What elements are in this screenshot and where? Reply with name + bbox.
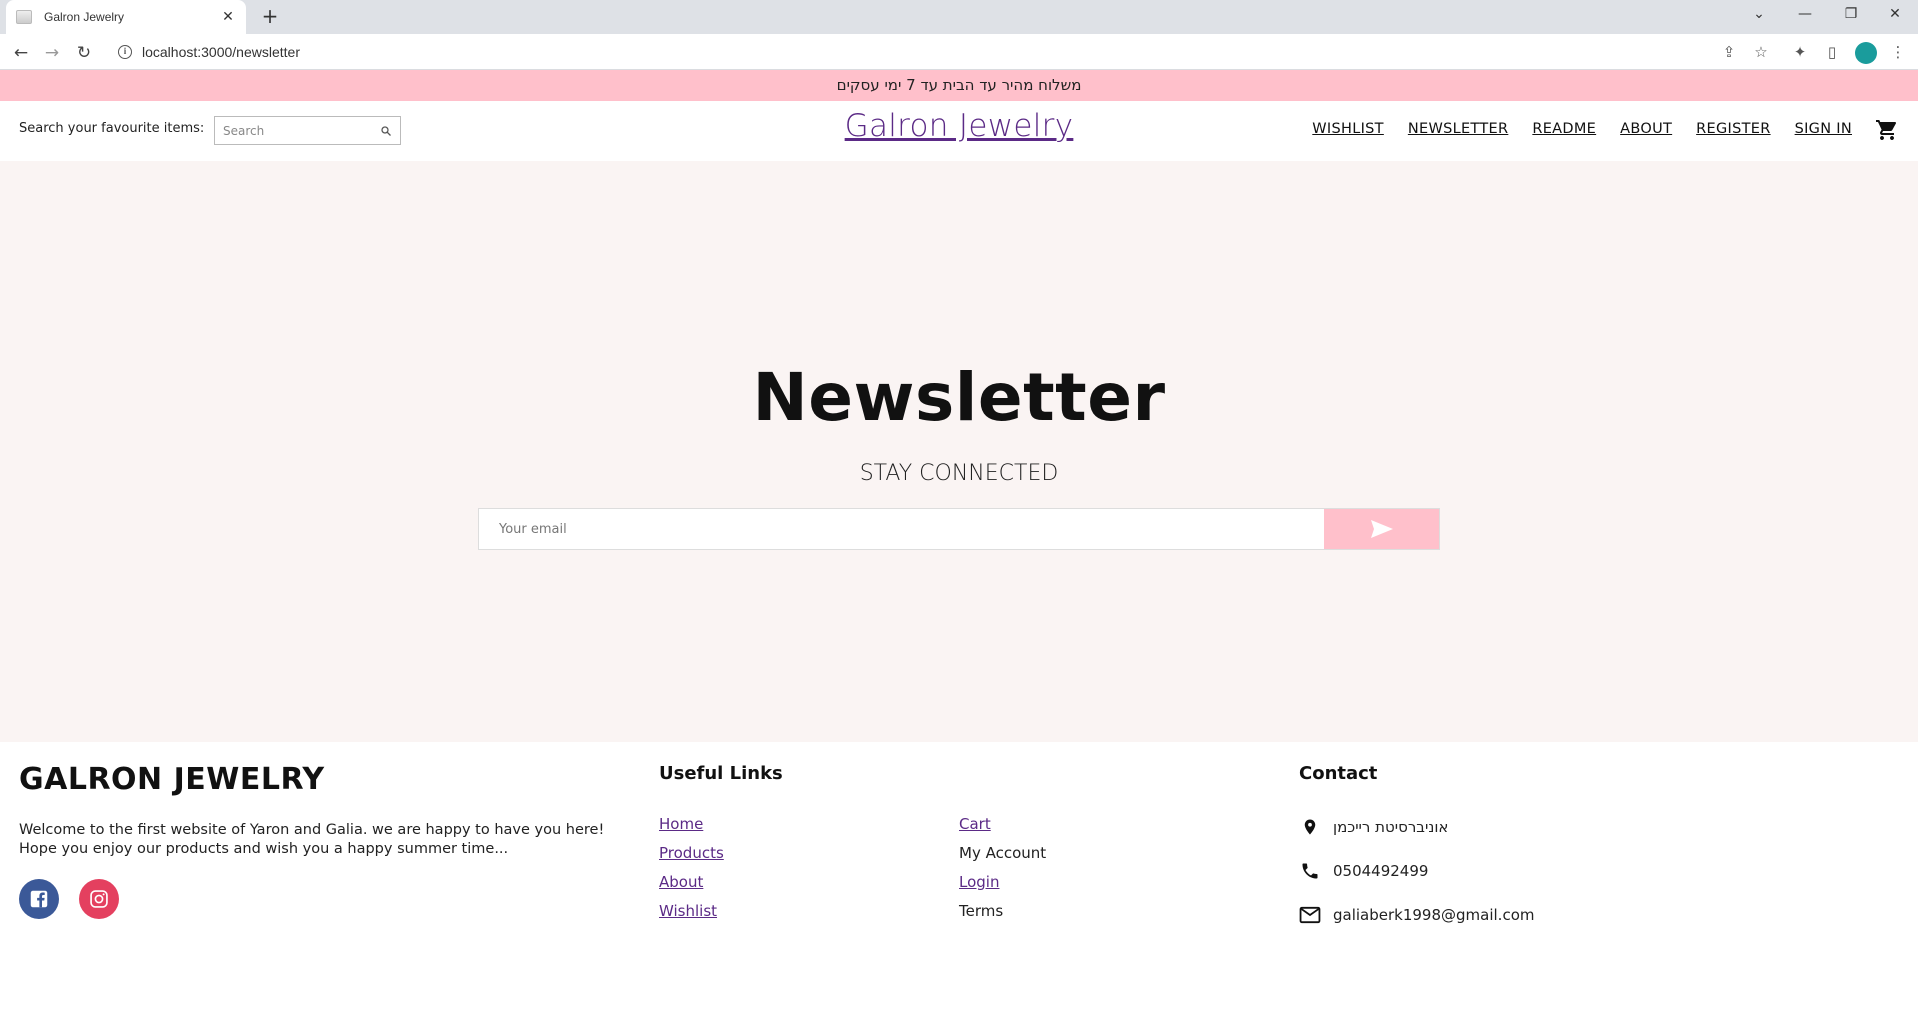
footer-link-login[interactable]: Login (959, 873, 999, 891)
contact-phone: 0504492499 (1299, 860, 1428, 882)
cart-icon[interactable] (1875, 118, 1899, 142)
tab-title: Galron Jewelry (44, 10, 125, 24)
main-nav: WISHLIST NEWSLETTER README ABOUT REGISTE… (1312, 121, 1852, 137)
bookmark-star-icon[interactable]: ☆ (1751, 42, 1771, 62)
footer-text-terms: Terms (959, 902, 1004, 920)
facebook-button[interactable] (19, 879, 59, 919)
nav-sign-in[interactable]: SIGN IN (1795, 121, 1852, 137)
favicon-icon (16, 10, 32, 24)
new-tab-icon[interactable]: + (258, 5, 282, 29)
nav-wishlist[interactable]: WISHLIST (1312, 121, 1384, 137)
footer-description-line: Hope you enjoy our products and wish you… (19, 841, 509, 857)
newsletter-form (478, 508, 1440, 550)
nav-about[interactable]: ABOUT (1620, 121, 1672, 137)
tab-search-icon[interactable]: ⌄ (1736, 0, 1782, 28)
promo-banner: משלוח מהיר עד הבית עד 7 ימי עסקים (0, 70, 1918, 101)
footer-description: Welcome to the first website of Yaron an… (19, 821, 619, 859)
back-icon[interactable]: ← (8, 40, 34, 66)
forward-icon[interactable]: → (39, 40, 65, 66)
footer-link-wishlist[interactable]: Wishlist (659, 902, 717, 920)
close-window-icon[interactable]: ✕ (1872, 0, 1918, 28)
search-input[interactable] (223, 123, 380, 138)
contact-address-text: אוניברסיטת רייכמן (1333, 818, 1449, 836)
footer-link-products[interactable]: Products (659, 844, 724, 862)
site-header: Search your favourite items: Galron Jewe… (0, 101, 1918, 161)
newsletter-section: Newsletter STAY CONNECTED (0, 161, 1918, 742)
contact-address: אוניברסיטת רייכמן (1299, 816, 1448, 838)
send-button[interactable] (1324, 509, 1439, 549)
footer-link-home[interactable]: Home (659, 815, 703, 833)
instagram-icon (90, 890, 108, 908)
close-tab-icon[interactable]: ✕ (220, 9, 236, 25)
nav-newsletter[interactable]: NEWSLETTER (1408, 121, 1509, 137)
extensions-icon[interactable]: ✦ (1790, 42, 1810, 62)
site-info-icon[interactable]: i (118, 45, 132, 59)
url-field[interactable]: i localhost:3000/newsletter (110, 38, 1730, 66)
email-input[interactable] (479, 509, 1324, 549)
search-box (214, 116, 401, 145)
facebook-icon (30, 890, 48, 908)
share-icon[interactable]: ⇪ (1719, 42, 1739, 62)
side-panel-icon[interactable]: ▯ (1822, 42, 1842, 62)
send-icon (1370, 520, 1393, 538)
nav-readme[interactable]: README (1532, 121, 1596, 137)
profile-avatar[interactable] (1855, 42, 1877, 64)
search-label: Search your favourite items: (19, 121, 205, 136)
menu-icon[interactable]: ⋮ (1888, 42, 1908, 62)
site-footer: GALRON JEWELRY Welcome to the first webs… (0, 742, 1918, 1035)
nav-register[interactable]: REGISTER (1696, 121, 1770, 137)
browser-tab[interactable]: Galron Jewelry ✕ (6, 0, 246, 34)
url-text: localhost:3000/newsletter (142, 44, 300, 60)
brand-logo-link[interactable]: Galron Jewelry (845, 108, 1074, 144)
footer-link-cart[interactable]: Cart (959, 815, 991, 833)
contact-title: Contact (1299, 763, 1378, 784)
page-subtitle: STAY CONNECTED (859, 461, 1059, 486)
contact-phone-text: 0504492499 (1333, 862, 1429, 880)
footer-link-about[interactable]: About (659, 873, 703, 891)
minimize-icon[interactable]: — (1782, 0, 1828, 28)
footer-description-line: Welcome to the first website of Yaron an… (19, 822, 605, 838)
instagram-button[interactable] (79, 879, 119, 919)
search-icon[interactable] (380, 125, 392, 137)
useful-links-title: Useful Links (659, 763, 783, 784)
contact-email: galiaberk1998@gmail.com (1299, 904, 1534, 926)
reload-icon[interactable]: ↻ (71, 40, 97, 66)
footer-brand: GALRON JEWELRY (19, 762, 325, 797)
mail-icon (1299, 904, 1321, 926)
page-title: Newsletter (752, 359, 1166, 436)
browser-tab-bar: Galron Jewelry ✕ + ⌄ — ❐ ✕ (0, 0, 1918, 34)
address-bar: ← → ↻ i localhost:3000/newsletter ⇪ ☆ ✦ … (0, 34, 1918, 70)
location-pin-icon (1299, 816, 1321, 838)
restore-icon[interactable]: ❐ (1828, 0, 1874, 28)
footer-text-my-account: My Account (959, 844, 1047, 862)
contact-email-text: galiaberk1998@gmail.com (1333, 906, 1535, 924)
phone-icon (1299, 860, 1321, 882)
